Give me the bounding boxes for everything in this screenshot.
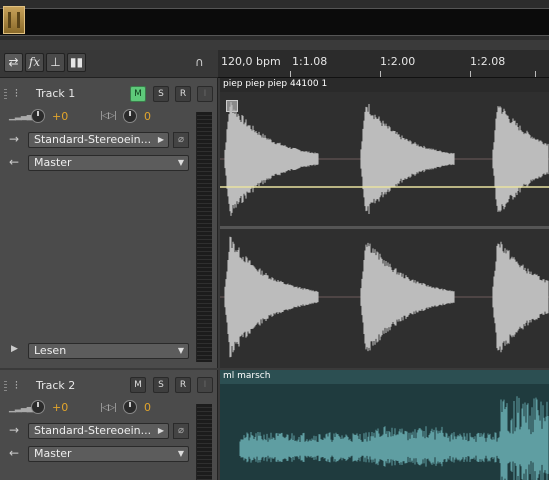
solo-button[interactable]: S [153,377,169,393]
drag-handle[interactable] [4,381,7,391]
waveform-clip-1 [220,102,549,358]
input-select[interactable]: Standard-Stereoein... ▶ [28,132,169,148]
fx-button[interactable]: fx [25,53,44,72]
overview-bar [0,0,549,40]
track-name[interactable]: Track 2 [36,379,75,392]
pan-knob[interactable] [123,109,137,123]
output-select[interactable]: Master ▼ [28,155,189,171]
input-arrow-icon: → [9,132,20,146]
routing-icon[interactable]: ⊥ [46,53,65,72]
mute-button[interactable]: M [130,86,146,102]
solo-button[interactable]: S [153,86,169,102]
input-monitor-button[interactable]: I [197,377,213,393]
output-select[interactable]: Master ▼ [28,446,189,462]
bars-icon[interactable]: ▮▮ [67,53,86,72]
headphones-icon[interactable]: ∩ [195,55,204,69]
swap-arrows-icon[interactable]: ⇄ [4,53,23,72]
ruler-label: 1:1.08 [292,55,328,68]
overview-strip[interactable] [0,8,549,36]
automation-expand-icon[interactable]: ▶ [11,344,18,354]
track-name[interactable]: Track 1 [36,87,75,100]
input-select[interactable]: Standard-Stereoein... ▶ [28,423,169,439]
output-arrow-icon: ← [9,446,20,460]
ruler-label: 1:2.08 [470,55,506,68]
waveform-icon: ⫶ [15,379,18,392]
phase-invert-button[interactable]: ⌀ [173,423,189,439]
volume-knob[interactable] [31,109,45,123]
audio-clip-1[interactable]: piep piep piep 44100 1 [220,78,549,368]
fx-icon: fx [28,55,41,69]
pan-value[interactable]: 0 [144,110,151,123]
pan-value[interactable]: 0 [144,401,151,414]
overview-scroll-thumb[interactable] [3,6,25,34]
record-arm-button[interactable]: R [175,377,191,393]
volume-value[interactable]: +0 [52,401,68,414]
pan-icon: |◁▷| [100,403,117,413]
track-control-toolbar: ⇄ fx ⊥ ▮▮ ∩ [0,50,218,78]
pan-icon: |◁▷| [100,111,117,121]
tempo-label: 120,0 bpm [221,55,281,68]
audio-clip-2[interactable]: ml marsch [220,370,549,480]
record-arm-button[interactable]: R [175,86,191,102]
volume-value[interactable]: +0 [52,110,68,123]
level-meter [196,112,212,362]
input-arrow-icon: → [9,423,20,437]
volume-icon: ▁▂▃▄ [9,403,34,413]
waveform-icon: ⫶ [15,87,18,100]
phase-invert-button[interactable]: ⌀ [173,132,189,148]
volume-icon: ▁▂▃▄ [9,111,34,121]
track-header-2: ⫶ Track 2 M S R I ▁▂▃▄ +0 |◁▷| 0 → Stand… [0,370,218,480]
track-header-1: ⫶ Track 1 M S R I ▁▂▃▄ +0 |◁▷| 0 → Stand… [0,78,218,368]
pan-knob[interactable] [123,400,137,414]
waveform-clip-2 [239,396,549,480]
input-monitor-button[interactable]: I [197,86,213,102]
output-arrow-icon: ← [9,155,20,169]
timeline-ruler[interactable]: 120,0 bpm 1:1.08 1:2.00 1:2.08 [218,50,549,78]
mute-button[interactable]: M [130,377,146,393]
volume-knob[interactable] [31,400,45,414]
automation-mode-select[interactable]: Lesen ▼ [28,343,189,359]
ruler-label: 1:2.00 [380,55,416,68]
drag-handle[interactable] [4,89,7,99]
level-meter [196,404,212,480]
